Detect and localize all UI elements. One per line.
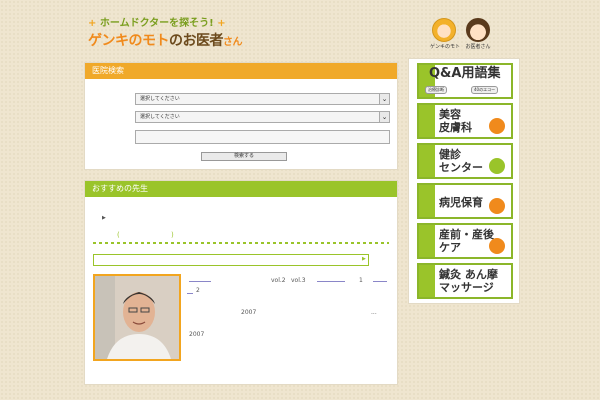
recommended-doctor-title: おすすめの先生 [85,181,397,197]
stethoscope-icon [489,158,505,174]
link-underline[interactable] [373,281,387,282]
nav-health-checkup[interactable]: 健診 センター [417,143,513,179]
doctor-meta-year: 2007 [241,309,257,316]
doctor-character-icon [466,18,490,42]
recommended-doctor-panel: おすすめの先生 ▶ ( ) ▶ vol.2 vol.3 1 2 2007 ...… [84,180,398,385]
sparkle-icon: + [88,18,97,29]
link-underline[interactable] [317,281,345,282]
keyword-input[interactable] [135,130,390,144]
doctor-character-link[interactable]: お医者さん [464,18,492,50]
clinic-search-title: 医院検索 [85,63,397,79]
nav-stripe [419,225,435,257]
chevron-down-icon: ⌄ [379,112,389,122]
logo-tagline: + ホームドクターを探そう! + [88,18,226,29]
nav-cosmetic-label: 美容 皮膚科 [439,108,472,134]
chevron-down-icon: ⌄ [379,94,389,104]
area-select[interactable]: 選択してください ⌄ [135,93,390,105]
nav-stripe [419,185,435,217]
logo-name: ゲンキのモトのお医者さん [88,33,243,49]
family-icon [489,238,505,254]
clinic-search-panel: 医院検索 選択してください ⌄ 選択してください ⌄ 検索する [84,62,398,170]
link-underline[interactable] [189,281,211,282]
doctor-meta-ellipsis: ... [371,309,377,316]
nav-sick-child-care[interactable]: 病児保育 [417,183,513,219]
nav-cosmetic-dermatology[interactable]: 美容 皮膚科 [417,103,513,139]
nav-acupuncture-massage[interactable]: 鍼灸 あん摩 マッサージ [417,263,513,299]
genki-character-link[interactable]: ゲンキのモト [430,18,461,50]
nav-prenatal-postnatal[interactable]: 産前・産後 ケア [417,223,513,259]
doctor-meta-year-2: 2007 [189,331,205,338]
character-icon [489,118,505,134]
search-button[interactable]: 検索する [201,152,287,161]
nav-qa-glossary[interactable]: Q&A用語集 治療診断 40のエコー [417,63,513,99]
sparkle-icon: + [217,18,226,29]
link-underline[interactable] [187,293,193,294]
child-icon [489,198,505,214]
department-select[interactable]: 選択してください ⌄ [135,111,390,123]
nav-checkup-label: 健診 センター [439,148,483,174]
nav-qa-sub1: 治療診断 [425,86,447,94]
nav-stripe [419,265,435,297]
nav-prenatal-label: 産前・産後 ケア [439,228,494,254]
doctor-meta-2: 2 [196,287,200,294]
nav-childcare-label: 病児保育 [439,196,483,209]
doctor-photo[interactable] [93,274,181,361]
doctor-headline-box[interactable] [93,254,369,266]
dotted-divider [93,242,389,244]
doctor-meta-vol2: vol.2 [271,277,286,284]
nav-qa-label: Q&A用語集 [429,66,501,81]
arrow-right-icon: ▶ [362,256,366,262]
arrow-right-icon: ▶ [102,215,106,221]
nav-stripe [419,145,435,177]
bracket-close: ) [171,231,174,239]
genki-caption: ゲンキのモト [430,44,461,50]
doctor-meta-1: 1 [359,277,363,284]
site-logo[interactable]: + ホームドクターを探そう! + ゲンキのモトのお医者さん [88,14,248,49]
doctor-meta-vol3: vol.3 [291,277,306,284]
genki-character-icon [432,18,456,42]
doctor-portrait-icon [95,276,179,359]
nav-stripe [419,105,435,137]
nav-qa-sub2: 40のエコー [471,86,499,94]
bracket-open: ( [117,231,120,239]
nav-acupuncture-label: 鍼灸 あん摩 マッサージ [439,268,498,294]
doctor-caption: お医者さん [465,44,491,50]
category-nav: Q&A用語集 治療診断 40のエコー 美容 皮膚科 健診 センター 病児保育 産… [408,58,520,304]
